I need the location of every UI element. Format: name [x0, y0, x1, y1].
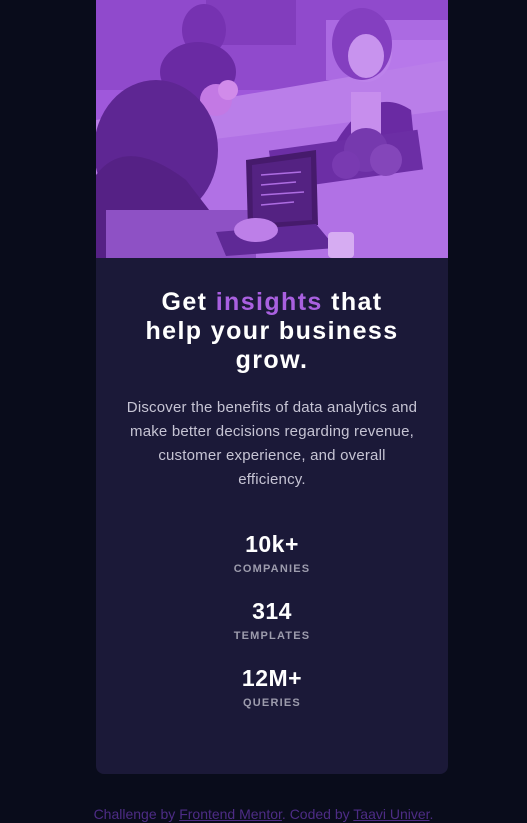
stat-value: 12M+: [241, 665, 303, 691]
attribution-middle: . Coded by: [281, 806, 354, 822]
author-link[interactable]: Taavi Univer: [353, 806, 429, 822]
stat-templates: 314 TEMPLATES: [124, 598, 420, 642]
stat-label: QUERIES: [243, 697, 301, 709]
card-title: Get insights that help your business gro…: [124, 288, 420, 375]
stat-label: COMPANIES: [233, 563, 311, 575]
title-prefix: Get: [161, 288, 216, 316]
stats-list: 10k+ COMPANIES 314 TEMPLATES 12M+ QUERIE…: [124, 531, 420, 709]
stats-preview-card: Get insights that help your business gro…: [96, 0, 448, 774]
attribution-suffix: .: [429, 806, 434, 822]
card-description: Discover the benefits of data analytics …: [126, 399, 418, 488]
stat-queries: 12M+ QUERIES: [124, 665, 420, 709]
hero-image-people-working: [96, 0, 448, 258]
stat-label: TEMPLATES: [233, 630, 311, 642]
stat-value: 10k+: [245, 531, 299, 557]
frontend-mentor-link[interactable]: Frontend Mentor: [179, 806, 282, 822]
stat-companies: 10k+ COMPANIES: [124, 531, 420, 575]
stat-value: 314: [252, 598, 292, 624]
attribution-prefix: Challenge by: [93, 806, 180, 822]
title-accent-insights: insights: [215, 288, 323, 316]
attribution: Challenge by Frontend Mentor. Coded by T…: [0, 806, 527, 822]
